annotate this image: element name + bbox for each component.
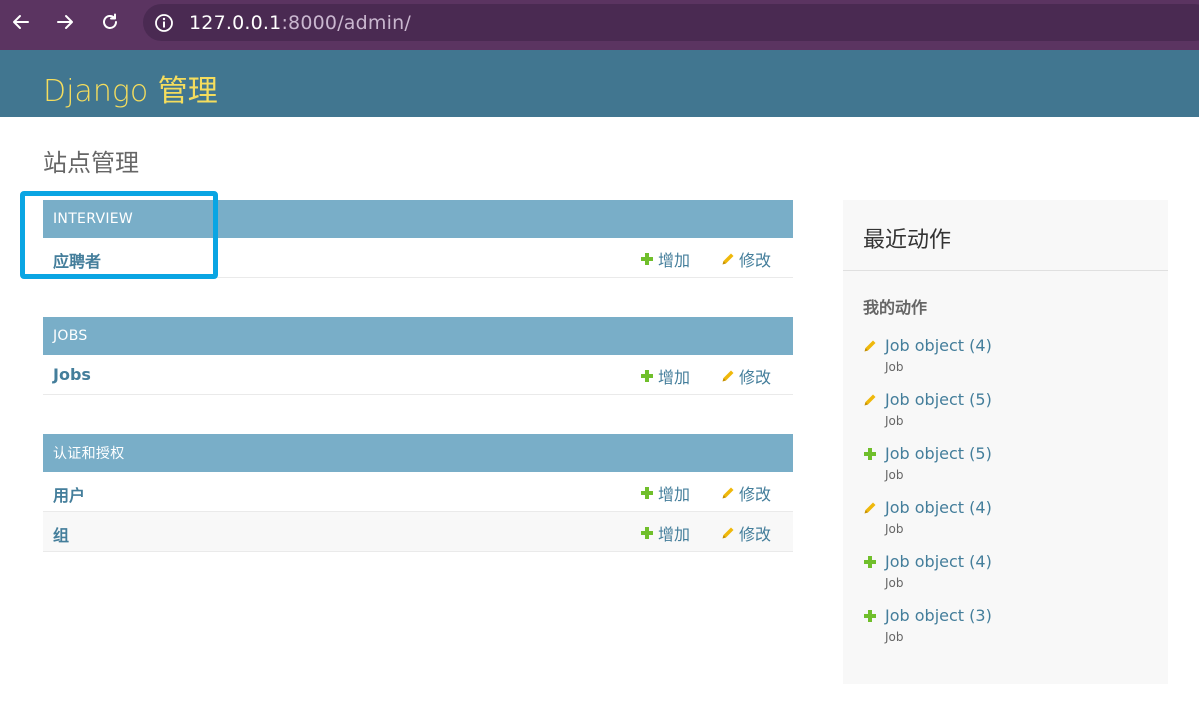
pencil-icon — [722, 527, 734, 539]
forward-arrow-icon — [57, 15, 73, 29]
change-link[interactable]: 修改 — [721, 481, 771, 505]
pencil-icon — [722, 253, 734, 265]
model-link[interactable]: Jobs — [53, 365, 91, 384]
recent-action-type: Job — [885, 468, 904, 482]
recent-action-item: Job object (4) Job — [863, 498, 1153, 542]
divider — [843, 270, 1168, 271]
my-actions-heading: 我的动作 — [863, 298, 928, 317]
model-row: 组 增加 修改 — [43, 512, 793, 552]
add-link[interactable]: 增加 — [640, 247, 690, 271]
app-module-jobs: JOBS Jobs 增加 修改 — [43, 317, 793, 395]
recent-action-item: Job object (4) Job — [863, 336, 1153, 380]
recent-action-link[interactable]: Job object (4) — [885, 552, 992, 571]
pencil-icon — [864, 502, 876, 514]
plus-icon — [641, 527, 653, 539]
recent-action-type: Job — [885, 522, 904, 536]
recent-action-link[interactable]: Job object (4) — [885, 498, 992, 517]
module-caption[interactable]: 认证和授权 — [43, 434, 793, 472]
recent-action-item: Job object (5) Job — [863, 390, 1153, 434]
browser-toolbar: 127.0.0.1:8000/admin/ — [0, 0, 1199, 50]
recent-action-link[interactable]: Job object (4) — [885, 336, 992, 355]
recent-action-item: Job object (4) Job — [863, 552, 1153, 596]
recent-action-item: Job object (3) Job — [863, 606, 1153, 650]
page-title: 站点管理 — [43, 149, 139, 177]
pencil-icon — [864, 340, 876, 352]
pencil-icon — [864, 394, 876, 406]
change-link[interactable]: 修改 — [721, 521, 771, 545]
recent-action-item: Job object (5) Job — [863, 444, 1153, 488]
reload-button[interactable] — [95, 7, 125, 37]
app-module-auth: 认证和授权 用户 增加 修改 组 增加 修改 — [43, 434, 793, 552]
model-link[interactable]: 组 — [53, 522, 69, 546]
model-row: Jobs 增加 修改 — [43, 355, 793, 395]
model-link[interactable]: 用户 — [53, 482, 85, 506]
forward-button[interactable] — [50, 7, 80, 37]
site-info-icon[interactable] — [154, 13, 174, 33]
recent-action-type: Job — [885, 630, 904, 644]
add-link[interactable]: 增加 — [640, 521, 690, 545]
model-row: 用户 增加 修改 — [43, 472, 793, 512]
add-link[interactable]: 增加 — [640, 481, 690, 505]
plus-icon — [864, 448, 876, 460]
pencil-icon — [722, 370, 734, 382]
module-caption[interactable]: JOBS — [43, 317, 793, 355]
recent-action-type: Job — [885, 414, 904, 428]
recent-action-link[interactable]: Job object (5) — [885, 444, 992, 463]
add-link[interactable]: 增加 — [640, 364, 690, 388]
site-branding[interactable]: Django 管理 — [43, 66, 218, 110]
back-arrow-icon — [13, 15, 29, 29]
plus-icon — [641, 370, 653, 382]
plus-icon — [864, 556, 876, 568]
plus-icon — [864, 610, 876, 622]
change-link[interactable]: 修改 — [721, 364, 771, 388]
pencil-icon — [722, 487, 734, 499]
site-header: Django 管理 — [0, 50, 1199, 117]
recent-actions-title: 最近动作 — [863, 228, 952, 253]
highlight-box — [20, 191, 218, 279]
recent-action-type: Job — [885, 360, 904, 374]
address-bar[interactable]: 127.0.0.1:8000/admin/ — [143, 4, 1199, 41]
plus-icon — [641, 253, 653, 265]
url-text: 127.0.0.1:8000/admin/ — [189, 12, 411, 34]
reload-icon — [103, 13, 117, 29]
recent-action-type: Job — [885, 576, 904, 590]
recent-action-link[interactable]: Job object (5) — [885, 390, 992, 409]
recent-actions-panel: 最近动作 我的动作 Job object (4) Job Job object … — [843, 200, 1168, 684]
change-link[interactable]: 修改 — [721, 247, 771, 271]
back-button[interactable] — [6, 7, 36, 37]
recent-action-link[interactable]: Job object (3) — [885, 606, 992, 625]
plus-icon — [641, 487, 653, 499]
